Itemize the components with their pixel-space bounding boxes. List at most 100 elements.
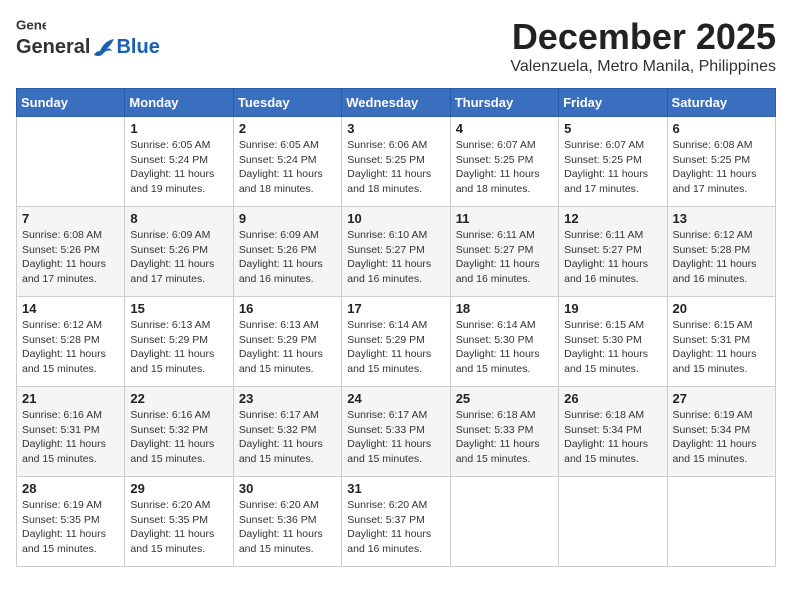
- day-info: Sunrise: 6:12 AMSunset: 5:28 PMDaylight:…: [22, 318, 119, 377]
- daylight-label: Daylight: 11 hours and 18 minutes.: [239, 168, 323, 195]
- sunrise-label: Sunrise: 6:17 AM: [239, 409, 319, 421]
- sunrise-label: Sunrise: 6:06 AM: [347, 139, 427, 151]
- day-info: Sunrise: 6:08 AMSunset: 5:26 PMDaylight:…: [22, 228, 119, 287]
- daylight-label: Daylight: 11 hours and 15 minutes.: [456, 348, 540, 375]
- sunset-label: Sunset: 5:34 PM: [673, 424, 751, 436]
- daylight-label: Daylight: 11 hours and 17 minutes.: [130, 258, 214, 285]
- column-header-friday: Friday: [559, 89, 667, 117]
- sunset-label: Sunset: 5:26 PM: [22, 244, 100, 256]
- day-number: 10: [347, 211, 444, 226]
- day-number: 12: [564, 211, 661, 226]
- sunrise-label: Sunrise: 6:15 AM: [673, 319, 753, 331]
- daylight-label: Daylight: 11 hours and 17 minutes.: [673, 168, 757, 195]
- day-number: 9: [239, 211, 336, 226]
- calendar-week-row: 28Sunrise: 6:19 AMSunset: 5:35 PMDayligh…: [17, 477, 776, 567]
- calendar-cell: [667, 477, 775, 567]
- calendar-cell: 2Sunrise: 6:05 AMSunset: 5:24 PMDaylight…: [233, 117, 341, 207]
- daylight-label: Daylight: 11 hours and 15 minutes.: [130, 438, 214, 465]
- calendar-cell: 1Sunrise: 6:05 AMSunset: 5:24 PMDaylight…: [125, 117, 233, 207]
- daylight-label: Daylight: 11 hours and 15 minutes.: [673, 438, 757, 465]
- sunrise-label: Sunrise: 6:05 AM: [239, 139, 319, 151]
- sunrise-label: Sunrise: 6:17 AM: [347, 409, 427, 421]
- day-number: 18: [456, 301, 553, 316]
- day-info: Sunrise: 6:13 AMSunset: 5:29 PMDaylight:…: [239, 318, 336, 377]
- daylight-label: Daylight: 11 hours and 15 minutes.: [239, 438, 323, 465]
- sunrise-label: Sunrise: 6:11 AM: [564, 229, 643, 241]
- day-number: 6: [673, 121, 770, 136]
- daylight-label: Daylight: 11 hours and 16 minutes.: [347, 528, 431, 555]
- sunset-label: Sunset: 5:29 PM: [130, 334, 208, 346]
- day-info: Sunrise: 6:15 AMSunset: 5:31 PMDaylight:…: [673, 318, 770, 377]
- calendar-cell: 14Sunrise: 6:12 AMSunset: 5:28 PMDayligh…: [17, 297, 125, 387]
- calendar-cell: 19 Sunrise: 6:15 AMSunset: 5:30 PMDayligh…: [559, 297, 667, 387]
- daylight-label: Daylight: 11 hours and 17 minutes.: [22, 258, 106, 285]
- daylight-label: Daylight: 11 hours and 15 minutes.: [347, 348, 431, 375]
- day-info: Sunrise: 6:12 AMSunset: 5:28 PMDaylight:…: [673, 228, 770, 287]
- daylight-label: Daylight: 11 hours and 15 minutes.: [456, 438, 540, 465]
- calendar-cell: 29Sunrise: 6:20 AMSunset: 5:35 PMDayligh…: [125, 477, 233, 567]
- calendar-cell: 17Sunrise: 6:14 AMSunset: 5:29 PMDayligh…: [342, 297, 450, 387]
- sunset-label: Sunset: 5:24 PM: [130, 154, 208, 166]
- day-number: 24: [347, 391, 444, 406]
- day-info: Sunrise: 6:10 AMSunset: 5:27 PMDaylight:…: [347, 228, 444, 287]
- day-info: Sunrise: 6:11 AMSunset: 5:27 PMDaylight:…: [456, 228, 553, 287]
- day-info: Sunrise: 6:15 AMSunset: 5:30 PMDaylight:…: [564, 318, 661, 377]
- day-number: 11: [456, 211, 553, 226]
- day-number: 16: [239, 301, 336, 316]
- sunset-label: Sunset: 5:31 PM: [22, 424, 100, 436]
- daylight-label: Daylight: 11 hours and 17 minutes.: [564, 168, 648, 195]
- daylight-label: Daylight: 11 hours and 16 minutes.: [347, 258, 431, 285]
- sunrise-label: Sunrise: 6:14 AM: [347, 319, 427, 331]
- sunset-label: Sunset: 5:33 PM: [347, 424, 425, 436]
- calendar-cell: 15Sunrise: 6:13 AMSunset: 5:29 PMDayligh…: [125, 297, 233, 387]
- sunrise-label: Sunrise: 6:16 AM: [130, 409, 210, 421]
- calendar-cell: 25 Sunrise: 6:18 AMSunset: 5:33 PMDayligh…: [450, 387, 558, 477]
- column-header-sunday: Sunday: [17, 89, 125, 117]
- day-info: Sunrise: 6:06 AMSunset: 5:25 PMDaylight:…: [347, 138, 444, 197]
- calendar-cell: 22Sunrise: 6:16 AMSunset: 5:32 PMDayligh…: [125, 387, 233, 477]
- calendar-cell: 27Sunrise: 6:19 AMSunset: 5:34 PMDayligh…: [667, 387, 775, 477]
- day-info: Sunrise: 6:17 AM Sunset: 5:32 PM Daylight:…: [239, 408, 336, 467]
- day-info: Sunrise: 6:18 AMSunset: 5:34 PMDaylight:…: [564, 408, 661, 467]
- day-info: Sunrise: 6:16 AMSunset: 5:32 PMDaylight:…: [130, 408, 227, 467]
- daylight-label: Daylight: 11 hours and 18 minutes.: [347, 168, 431, 195]
- day-number: 21: [22, 391, 119, 406]
- calendar-cell: 9 Sunrise: 6:09 AMSunset: 5:26 PMDaylight…: [233, 207, 341, 297]
- day-info: Sunrise: 6:09 AMSunset: 5:26 PMDaylight:…: [239, 228, 336, 287]
- calendar-cell: [17, 117, 125, 207]
- daylight-label: Daylight: 11 hours and 16 minutes.: [239, 258, 323, 285]
- sunset-label: Sunset: 5:26 PM: [130, 244, 208, 256]
- column-header-monday: Monday: [125, 89, 233, 117]
- sunset-label: Sunset: 5:31 PM: [673, 334, 751, 346]
- daylight-label: Daylight: 11 hours and 15 minutes.: [564, 438, 648, 465]
- day-info: Sunrise: 6:05 AMSunset: 5:24 PMDaylight:…: [239, 138, 336, 197]
- sunset-label: Sunset: 5:27 PM: [347, 244, 425, 256]
- column-header-thursday: Thursday: [450, 89, 558, 117]
- calendar-header-row: SundayMondayTuesdayWednesdayThursdayFrid…: [17, 89, 776, 117]
- sunrise-label: Sunrise: 6:16 AM: [22, 409, 102, 421]
- day-number: 19: [564, 301, 661, 316]
- day-number: 7: [22, 211, 119, 226]
- calendar-cell: 26Sunrise: 6:18 AMSunset: 5:34 PMDayligh…: [559, 387, 667, 477]
- daylight-label: Daylight: 11 hours and 15 minutes.: [22, 438, 106, 465]
- day-info: Sunrise: 6:13 AMSunset: 5:29 PMDaylight:…: [130, 318, 227, 377]
- sunrise-label: Sunrise: 6:05 AM: [130, 139, 210, 151]
- sunset-label: Sunset: 5:32 PM: [239, 424, 317, 436]
- sunrise-label: Sunrise: 6:19 AM: [673, 409, 753, 421]
- day-number: 25: [456, 391, 553, 406]
- calendar-cell: 31Sunrise: 6:20 AMSunset: 5:37 PMDayligh…: [342, 477, 450, 567]
- day-info: Sunrise: 6:18 AMSunset: 5:33 PMDaylight:…: [456, 408, 553, 467]
- day-info: Sunrise: 6:14 AMSunset: 5:29 PMDaylight:…: [347, 318, 444, 377]
- calendar-cell: 20Sunrise: 6:15 AMSunset: 5:31 PMDayligh…: [667, 297, 775, 387]
- day-number: 31: [347, 481, 444, 496]
- sunset-label: Sunset: 5:27 PM: [456, 244, 534, 256]
- sunrise-label: Sunrise: 6:18 AM: [456, 409, 536, 421]
- sunrise-label: Sunrise: 6:07 AM: [456, 139, 536, 151]
- sunrise-label: Sunrise: 6:15 AM: [564, 319, 644, 331]
- daylight-label: Daylight: 11 hours and 15 minutes.: [347, 438, 431, 465]
- calendar-week-row: 14Sunrise: 6:12 AMSunset: 5:28 PMDayligh…: [17, 297, 776, 387]
- sunrise-label: Sunrise: 6:20 AM: [239, 499, 319, 511]
- day-number: 28: [22, 481, 119, 496]
- day-number: 20: [673, 301, 770, 316]
- day-info: Sunrise: 6:17 AM Sunset: 5:33 PM Daylight:…: [347, 408, 444, 467]
